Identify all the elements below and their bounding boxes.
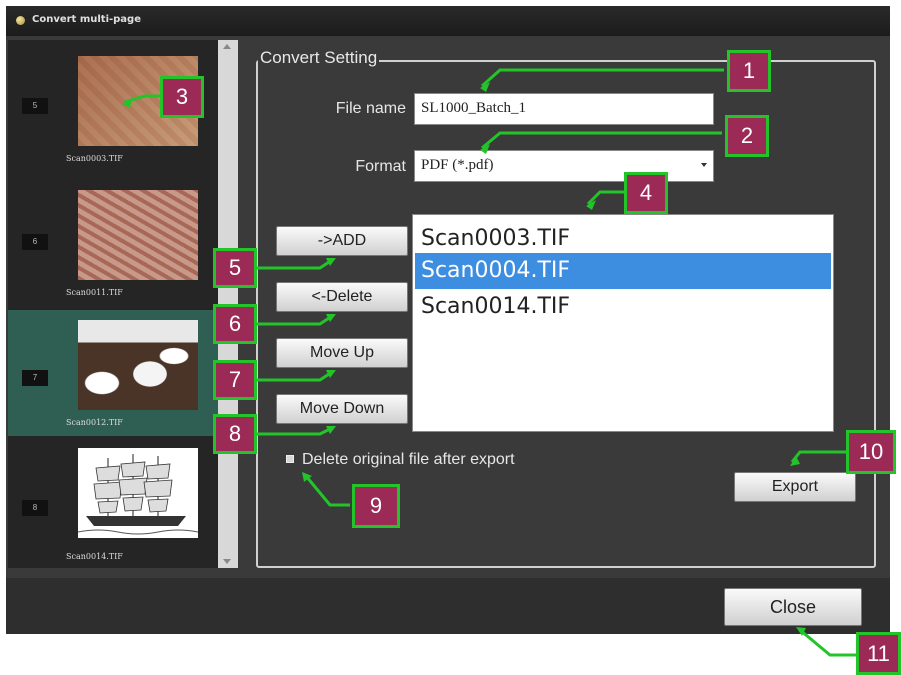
callout-6: 6 <box>213 304 257 344</box>
callout-7: 7 <box>213 360 257 400</box>
list-item[interactable]: Scan0003.TIF <box>415 221 831 257</box>
callout-11: 11 <box>856 632 901 675</box>
close-button[interactable]: Close <box>724 588 862 626</box>
file-listbox[interactable]: Scan0003.TIF Scan0004.TIF Scan0014.TIF <box>412 214 834 432</box>
move-up-button[interactable]: Move Up <box>276 338 408 368</box>
format-select-value: PDF (*.pdf) <box>421 157 494 173</box>
list-item[interactable]: Scan0014.TIF <box>415 289 831 325</box>
thumbnail-filename: Scan0003.TIF <box>66 154 123 163</box>
export-button[interactable]: Export <box>734 472 856 502</box>
scroll-down-icon[interactable] <box>223 559 231 564</box>
thumbnail-filename: Scan0011.TIF <box>66 288 123 297</box>
thumbnail-filename: Scan0014.TIF <box>66 552 123 561</box>
add-button[interactable]: ->ADD <box>276 226 408 256</box>
thumbnail-item[interactable]: 8 Scan0014.TIF <box>8 444 220 570</box>
scroll-up-icon[interactable] <box>223 44 231 49</box>
chevron-down-icon <box>701 163 707 167</box>
group-title: Convert Setting <box>258 48 380 68</box>
app-icon <box>16 16 25 25</box>
title-bar: Convert multi-page <box>6 6 890 36</box>
list-item-selected[interactable]: Scan0004.TIF <box>415 253 831 289</box>
callout-4: 4 <box>624 172 668 214</box>
callout-2: 2 <box>725 115 769 157</box>
move-down-button[interactable]: Move Down <box>276 394 408 424</box>
thumbnail-item[interactable]: 6 Scan0011.TIF <box>8 174 220 300</box>
screenshot: Convert multi-page 5 Scan0003.TIF 6 Scan… <box>0 0 901 675</box>
delete-original-checkbox[interactable] <box>286 455 294 463</box>
delete-button[interactable]: <-Delete <box>276 282 408 312</box>
window-title: Convert multi-page <box>32 14 141 25</box>
thumbnail-panel: 5 Scan0003.TIF 6 Scan0011.TIF 7 Scan0012… <box>8 40 220 568</box>
callout-3: 3 <box>160 76 204 118</box>
file-name-label: File name <box>335 100 406 117</box>
callout-10: 10 <box>846 430 896 474</box>
thumbnail-image-ship[interactable] <box>77 448 199 538</box>
thumbnail-image-mountain[interactable] <box>78 320 198 410</box>
thumbnail-number: 7 <box>22 370 48 386</box>
thumbnail-number: 8 <box>22 500 48 516</box>
format-label: Format <box>355 158 406 175</box>
thumbnail-filename: Scan0012.TIF <box>66 418 123 427</box>
callout-5: 5 <box>213 248 257 288</box>
thumbnail-item-selected[interactable]: 7 Scan0012.TIF <box>8 310 220 436</box>
sailing-ship-icon <box>77 454 199 535</box>
thumbnail-number: 5 <box>22 98 48 114</box>
callout-1: 1 <box>727 50 771 92</box>
format-select[interactable]: PDF (*.pdf) <box>414 150 714 182</box>
thumbnail-number: 6 <box>22 234 48 250</box>
file-name-input[interactable]: SL1000_Batch_1 <box>414 93 714 125</box>
callout-9: 9 <box>352 484 400 528</box>
callout-8: 8 <box>213 414 257 454</box>
delete-original-label: Delete original file after export <box>302 451 515 468</box>
thumbnail-image-map[interactable] <box>78 190 198 280</box>
